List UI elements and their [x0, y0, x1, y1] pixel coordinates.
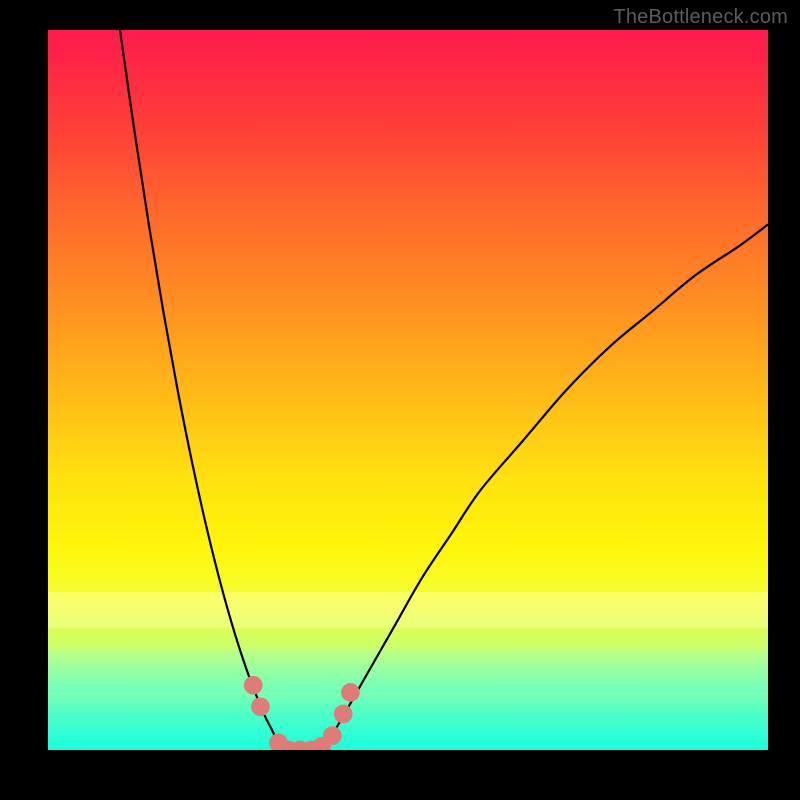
- chart-container: TheBottleneck.com: [0, 0, 800, 800]
- series-lines: [120, 30, 768, 750]
- chart-svg: [48, 30, 768, 750]
- watermark-text: TheBottleneck.com: [613, 6, 788, 29]
- marker-dot: [251, 697, 270, 716]
- bottleneck-curve: [120, 30, 768, 750]
- marker-dot: [334, 705, 353, 724]
- marker-dot: [244, 676, 263, 695]
- marker-dot: [323, 726, 342, 745]
- marker-dots: [244, 676, 360, 750]
- marker-dot: [341, 683, 360, 702]
- plot-area: [48, 30, 768, 750]
